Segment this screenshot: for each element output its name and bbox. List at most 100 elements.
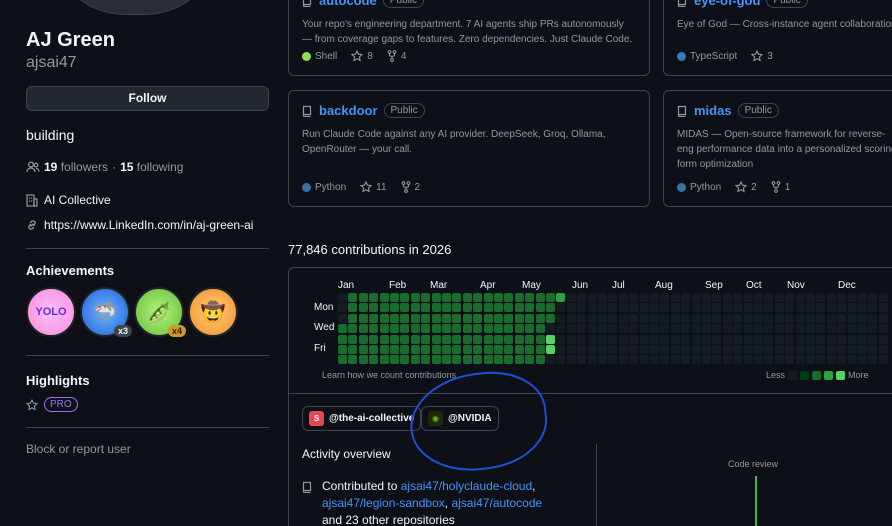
contribution-cell[interactable] — [514, 334, 524, 344]
contribution-cell[interactable] — [847, 345, 857, 354]
contribution-cell[interactable] — [858, 355, 867, 365]
contribution-cell[interactable] — [702, 324, 711, 334]
contribution-cell[interactable] — [681, 345, 691, 354]
contribution-cell[interactable] — [733, 345, 743, 354]
contribution-cell[interactable] — [650, 303, 659, 313]
contribution-cell[interactable] — [338, 293, 347, 302]
contribution-cell[interactable] — [390, 313, 399, 323]
contribution-cell[interactable] — [826, 313, 836, 323]
contribution-cell[interactable] — [722, 345, 732, 354]
contribution-cell[interactable] — [764, 303, 774, 313]
contribution-cell[interactable] — [712, 303, 722, 313]
contribution-cell[interactable] — [525, 313, 535, 323]
contribution-cell[interactable] — [774, 313, 784, 323]
contribution-cell[interactable] — [535, 355, 545, 365]
contribution-cell[interactable] — [546, 313, 555, 323]
contribution-cell[interactable] — [483, 345, 493, 354]
contribution-cell[interactable] — [681, 303, 691, 313]
contribution-cell[interactable] — [847, 293, 857, 302]
contribution-cell[interactable] — [722, 334, 732, 344]
contribution-cell[interactable] — [785, 303, 795, 313]
contribution-cell[interactable] — [421, 303, 431, 313]
contribution-cell[interactable] — [878, 313, 888, 323]
contributed-repo-link[interactable]: ajsai47/autocode — [451, 496, 542, 510]
contribution-cell[interactable] — [618, 293, 628, 302]
contribution-cell[interactable] — [733, 303, 743, 313]
contribution-cell[interactable] — [514, 324, 524, 334]
contribution-cell[interactable] — [670, 355, 680, 365]
quickdraw-badge-icon[interactable]: 🤠 — [188, 287, 238, 337]
contribution-cell[interactable] — [390, 324, 399, 334]
contribution-cell[interactable] — [629, 303, 639, 313]
contribution-cell[interactable] — [691, 355, 701, 365]
contribution-cell[interactable] — [348, 313, 358, 323]
contribution-cell[interactable] — [774, 324, 784, 334]
contribution-cell[interactable] — [431, 324, 441, 334]
contribution-cell[interactable] — [639, 324, 649, 334]
contribution-cell[interactable] — [566, 355, 576, 365]
contribution-cell[interactable] — [858, 303, 867, 313]
contribution-cell[interactable] — [473, 313, 483, 323]
contribution-cell[interactable] — [743, 355, 753, 365]
contribution-cell[interactable] — [473, 303, 483, 313]
contribution-cell[interactable] — [650, 355, 659, 365]
contribution-cell[interactable] — [535, 313, 545, 323]
repo-forks[interactable]: 4 — [387, 50, 406, 62]
contribution-cell[interactable] — [504, 293, 514, 302]
contribution-cell[interactable] — [806, 303, 815, 313]
contribution-cell[interactable] — [795, 345, 805, 354]
contribution-cell[interactable] — [733, 324, 743, 334]
contribution-cell[interactable] — [826, 345, 836, 354]
contribution-cell[interactable] — [764, 324, 774, 334]
contribution-cell[interactable] — [650, 324, 659, 334]
contribution-cell[interactable] — [816, 345, 826, 354]
contribution-cell[interactable] — [431, 313, 441, 323]
contribution-cell[interactable] — [452, 303, 462, 313]
contribution-cell[interactable] — [504, 345, 514, 354]
contribution-cell[interactable] — [774, 345, 784, 354]
contribution-cell[interactable] — [400, 334, 410, 344]
contribution-cell[interactable] — [702, 345, 711, 354]
contribution-cell[interactable] — [806, 345, 815, 354]
contribution-cell[interactable] — [785, 355, 795, 365]
contribution-cell[interactable] — [670, 345, 680, 354]
contribution-cell[interactable] — [712, 313, 722, 323]
contribution-cell[interactable] — [598, 303, 607, 313]
contribution-cell[interactable] — [722, 324, 732, 334]
contribution-cell[interactable] — [712, 355, 722, 365]
contribution-cell[interactable] — [566, 293, 576, 302]
contribution-cell[interactable] — [795, 293, 805, 302]
contributed-repo-link[interactable]: ajsai47/legion-sandbox — [322, 496, 445, 510]
contribution-cell[interactable] — [410, 345, 420, 354]
contribution-cell[interactable] — [722, 355, 732, 365]
contribution-cell[interactable] — [379, 293, 389, 302]
contribution-cell[interactable] — [878, 345, 888, 354]
contribution-cell[interactable] — [369, 293, 379, 302]
contribution-cell[interactable] — [494, 293, 503, 302]
contribution-cell[interactable] — [400, 293, 410, 302]
contribution-cell[interactable] — [639, 355, 649, 365]
contribution-cell[interactable] — [639, 313, 649, 323]
contribution-cell[interactable] — [483, 313, 493, 323]
contribution-cell[interactable] — [702, 334, 711, 344]
contribution-cell[interactable] — [400, 303, 410, 313]
contribution-cell[interactable] — [338, 355, 347, 365]
contribution-cell[interactable] — [722, 293, 732, 302]
contribution-cell[interactable] — [795, 334, 805, 344]
contribution-cell[interactable] — [546, 355, 555, 365]
contribution-cell[interactable] — [837, 334, 847, 344]
contribution-cell[interactable] — [670, 324, 680, 334]
contribution-cell[interactable] — [608, 313, 618, 323]
contribution-cell[interactable] — [577, 355, 587, 365]
contribution-cell[interactable] — [535, 334, 545, 344]
repo-forks[interactable]: 1 — [771, 181, 790, 193]
contribution-cell[interactable] — [556, 345, 566, 354]
repo-stars[interactable]: 3 — [751, 50, 773, 62]
contribution-cell[interactable] — [400, 313, 410, 323]
contribution-cell[interactable] — [629, 334, 639, 344]
avatar[interactable] — [50, 0, 220, 15]
contribution-cell[interactable] — [483, 303, 493, 313]
contribution-cell[interactable] — [837, 345, 847, 354]
contribution-cell[interactable] — [379, 345, 389, 354]
contribution-cell[interactable] — [837, 324, 847, 334]
